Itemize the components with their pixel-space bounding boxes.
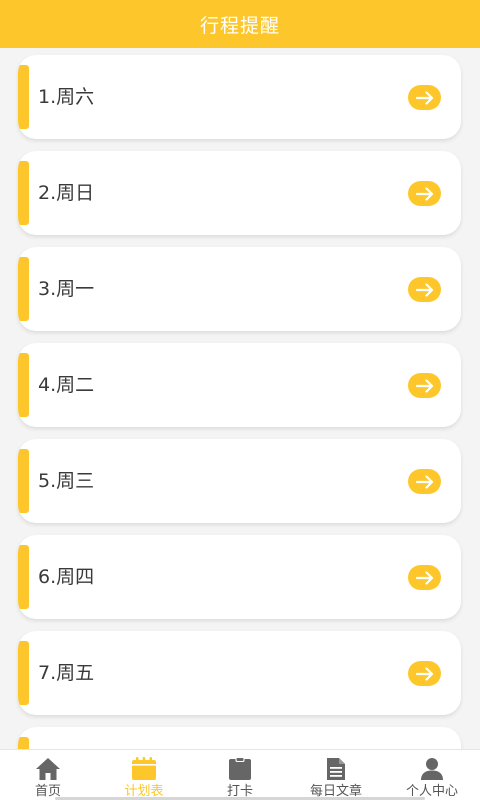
- schedule-item-label: 2.周日: [38, 182, 95, 204]
- schedule-item-7[interactable]: 7.周五: [18, 631, 461, 715]
- tab-daily-article[interactable]: 每日文章: [288, 750, 384, 800]
- schedule-item-8[interactable]: [18, 727, 461, 750]
- tab-profile[interactable]: 个人中心: [384, 750, 480, 800]
- schedule-item-label: 7.周五: [38, 662, 95, 684]
- card-accent-bar: [18, 257, 29, 321]
- schedule-item-label: 1.周六: [38, 86, 95, 108]
- arrow-right-icon[interactable]: [408, 85, 441, 110]
- schedule-item-label: 6.周四: [38, 566, 95, 588]
- schedule-item-label: 5.周三: [38, 470, 95, 492]
- arrow-right-icon[interactable]: [408, 565, 441, 590]
- card-accent-bar: [18, 449, 29, 513]
- schedule-item-label: 3.周一: [38, 278, 95, 300]
- arrow-right-icon[interactable]: [408, 661, 441, 686]
- bottom-tab-bar: 首页 计划表 打卡 每日文章 个人中心: [0, 749, 480, 800]
- card-accent-bar: [18, 545, 29, 609]
- schedule-item-5[interactable]: 5.周三: [18, 439, 461, 523]
- schedule-item-6[interactable]: 6.周四: [18, 535, 461, 619]
- arrow-right-icon[interactable]: [408, 469, 441, 494]
- schedule-item-label: 4.周二: [38, 374, 95, 396]
- app-root: 行程提醒 1.周六 2.周日 3.周一 4.周二 5.周三 6.周四 7.周五 …: [0, 0, 480, 800]
- tab-schedule[interactable]: 计划表: [96, 750, 192, 800]
- tab-home[interactable]: 首页: [0, 750, 96, 800]
- tab-checkin[interactable]: 打卡: [192, 750, 288, 800]
- schedule-item-2[interactable]: 2.周日: [18, 151, 461, 235]
- page-title: 行程提醒: [199, 14, 280, 37]
- card-accent-bar: [18, 65, 29, 129]
- card-accent-bar: [18, 161, 29, 225]
- calendar-icon: [131, 756, 157, 782]
- schedule-list[interactable]: 1.周六 2.周日 3.周一 4.周二 5.周三 6.周四 7.周五: [0, 48, 480, 750]
- card-accent-bar: [18, 353, 29, 417]
- arrow-right-icon[interactable]: [408, 181, 441, 206]
- schedule-item-1[interactable]: 1.周六: [18, 55, 461, 139]
- schedule-item-3[interactable]: 3.周一: [18, 247, 461, 331]
- home-icon: [35, 756, 61, 782]
- person-icon: [419, 756, 445, 782]
- schedule-item-4[interactable]: 4.周二: [18, 343, 461, 427]
- card-accent-bar: [18, 641, 29, 705]
- header-bar: 行程提醒: [0, 0, 480, 48]
- arrow-right-icon[interactable]: [408, 277, 441, 302]
- arrow-right-icon[interactable]: [408, 373, 441, 398]
- clipboard-icon: [227, 756, 253, 782]
- document-icon: [323, 756, 349, 782]
